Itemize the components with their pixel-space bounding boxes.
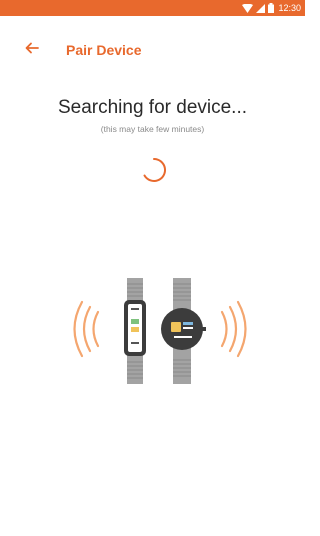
status-time: 12:30 [278, 3, 301, 13]
searching-subheading: (this may take few minutes) [100, 124, 205, 134]
left-signal-waves-icon [73, 300, 100, 358]
app-bar: Pair Device [0, 38, 305, 62]
smart-watch-icon [161, 278, 206, 384]
arrow-left-icon [25, 41, 39, 59]
right-signal-waves-icon [220, 300, 247, 358]
loading-spinner-icon [137, 153, 171, 187]
searching-heading: Searching for device... [57, 97, 248, 118]
battery-icon [268, 3, 275, 13]
devices-illustration [60, 276, 260, 386]
signal-icon [256, 3, 266, 13]
status-icons [242, 3, 275, 13]
status-bar: 12:30 [0, 0, 305, 16]
fitness-band-icon [124, 278, 146, 384]
page-title: Pair Device [66, 42, 142, 58]
wifi-icon [242, 3, 254, 13]
back-button[interactable] [22, 40, 42, 60]
